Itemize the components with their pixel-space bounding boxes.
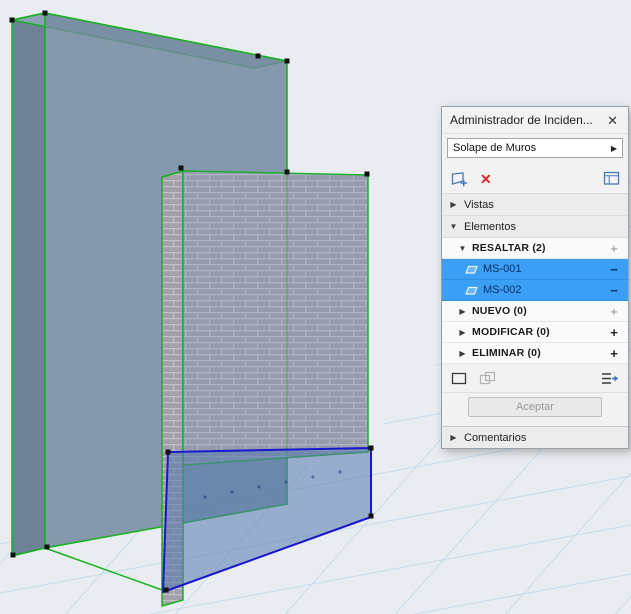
marquee-select-button[interactable] — [451, 372, 467, 385]
section-nuevo[interactable]: ▶ NUEVO (0) + — [442, 301, 628, 322]
issue-selector-arrow-icon: ▶ — [610, 143, 617, 153]
close-icon[interactable]: ✕ — [605, 114, 620, 127]
new-issue-button[interactable] — [450, 171, 468, 187]
section-vistas[interactable]: ▶ Vistas — [442, 194, 628, 216]
element-item-ms001[interactable]: MS-001 − — [442, 259, 628, 280]
remove-item-button[interactable]: − — [607, 284, 621, 297]
section-eliminar[interactable]: ▶ ELIMINAR (0) + — [442, 343, 628, 364]
chevron-right-icon: ▶ — [459, 306, 466, 316]
section-comentarios[interactable]: ▶ Comentarios — [442, 426, 628, 448]
panel-title: Administrador de Inciden... — [450, 113, 593, 127]
chevron-down-icon: ▼ — [449, 222, 458, 231]
element-item-ms002[interactable]: MS-002 − — [442, 280, 628, 301]
chevron-right-icon: ▶ — [450, 200, 457, 209]
section-resaltar[interactable]: ▼ RESALTAR (2) + — [442, 238, 628, 259]
element-checklist-icon — [602, 372, 618, 384]
delete-issue-button[interactable]: ✕ — [480, 172, 492, 186]
selection-toolbar — [442, 364, 628, 393]
chevron-right-icon: ▶ — [450, 433, 457, 442]
store-elements-button[interactable] — [479, 371, 496, 385]
new-issue-icon — [451, 171, 467, 186]
issue-details-button[interactable] — [603, 171, 620, 186]
wall-icon — [465, 286, 478, 295]
app: Administrador de Inciden... ✕ Solape de … — [0, 0, 631, 614]
add-eliminar-button[interactable]: + — [607, 347, 621, 360]
wall-icon — [465, 265, 478, 274]
issue-manager-panel: Administrador de Inciden... ✕ Solape de … — [441, 106, 629, 449]
add-modificar-button[interactable]: + — [607, 326, 621, 339]
add-resaltar-button[interactable]: + — [607, 242, 621, 255]
issue-details-icon — [603, 171, 620, 185]
section-elementos[interactable]: ▼ Elementos — [442, 216, 628, 238]
marquee-icon — [451, 372, 467, 384]
issue-toolbar: ✕ — [442, 164, 628, 194]
element-checklist-button[interactable] — [600, 371, 619, 386]
chevron-right-icon: ▶ — [459, 327, 466, 337]
store-elements-icon — [479, 371, 496, 385]
section-modificar[interactable]: ▶ MODIFICAR (0) + — [442, 322, 628, 343]
panel-titlebar[interactable]: Administrador de Inciden... ✕ — [442, 107, 628, 134]
remove-item-button[interactable]: − — [607, 263, 621, 276]
chevron-right-icon: ▶ — [459, 348, 466, 358]
issue-selector-value: Solape de Muros — [453, 142, 537, 154]
add-nuevo-button[interactable]: + — [607, 305, 621, 318]
chevron-down-icon: ▼ — [458, 243, 467, 253]
accept-button[interactable]: Aceptar — [468, 397, 602, 417]
issue-selector[interactable]: Solape de Muros ▶ — [447, 138, 623, 158]
